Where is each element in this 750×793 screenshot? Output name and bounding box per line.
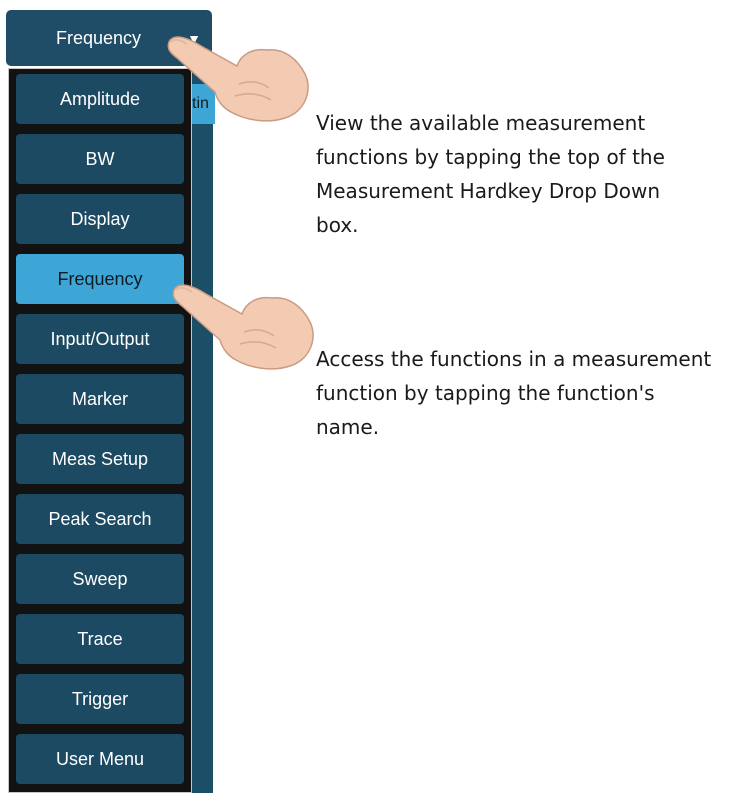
annotation-line: View the available measurement [316,111,646,135]
pointing-hand-icon [172,284,314,370]
menu-item-meas-setup[interactable]: Meas Setup [16,434,184,484]
menu-item-trace[interactable]: Trace [16,614,184,664]
dropdown-label: Frequency [55,28,142,48]
menu-item-bw[interactable]: BW [16,134,184,184]
annotation-line: box. [316,213,359,237]
menu-item-marker[interactable]: Marker [16,374,184,424]
menu-item-display[interactable]: Display [16,194,184,244]
measurement-dropdown-menu: Amplitude BW Display Frequency Input/Out… [8,68,192,793]
annotation-view-functions: View the available measurement functions… [316,106,665,242]
annotation-line: function by tapping the function's [316,381,655,405]
annotation-access-functions: Access the functions in a measurement fu… [316,342,711,444]
menu-item-user-menu[interactable]: User Menu [16,734,184,784]
menu-item-trigger[interactable]: Trigger [16,674,184,724]
menu-item-sweep[interactable]: Sweep [16,554,184,604]
annotation-line: Access the functions in a measurement [316,347,712,371]
menu-item-peak-search[interactable]: Peak Search [16,494,184,544]
annotation-line: functions by tapping the top of the [316,145,665,169]
menu-item-amplitude[interactable]: Amplitude [16,74,184,124]
menu-item-frequency[interactable]: Frequency [16,254,184,304]
annotation-line: name. [316,415,380,439]
annotation-line: Measurement Hardkey Drop Down [316,179,661,203]
menu-item-input-output[interactable]: Input/Output [16,314,184,364]
pointing-hand-icon [167,36,309,122]
